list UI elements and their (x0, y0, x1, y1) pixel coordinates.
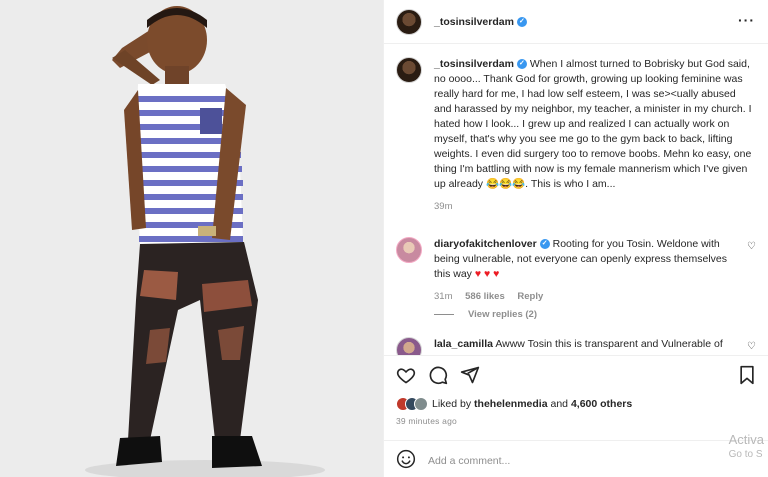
caption-author-avatar[interactable] (396, 57, 422, 83)
view-replies-label[interactable]: View replies (2) (468, 309, 537, 320)
more-options-icon[interactable]: ··· (738, 12, 755, 28)
watermark-line-1: Activa (728, 432, 764, 447)
post-header: _tosinsilverdam ✓ ··· (384, 0, 768, 44)
verified-badge-icon: ✓ (516, 59, 527, 70)
author-avatar[interactable] (396, 8, 422, 35)
comment-item: lala_camilla Awww Tosin this is transpar… (396, 337, 756, 355)
post-timestamp[interactable]: 39 minutes ago (396, 416, 457, 426)
caption-text: When I almost turned to Bobrisky but God… (434, 58, 752, 190)
share-paper-plane-icon[interactable] (460, 365, 480, 385)
emoji-smiley-icon[interactable] (396, 449, 416, 472)
comment-body: lala_camilla Awww Tosin this is transpar… (434, 337, 730, 355)
comment-username[interactable]: lala_camilla (434, 338, 493, 350)
add-comment-bar: Add a comment... (396, 449, 510, 472)
like-comment-heart-icon[interactable]: ♡ (747, 341, 756, 352)
author-username[interactable]: _tosinsilverdam ✓ (434, 16, 527, 28)
comment-bubble-icon[interactable] (428, 365, 448, 385)
liker-avatars[interactable] (396, 397, 428, 411)
comment-text: Awww Tosin this is transparent and Vulne… (495, 338, 723, 350)
comment-item: diaryofakitchenlover ✓ Rooting for you To… (396, 237, 756, 304)
verified-badge-icon: ✓ (516, 16, 527, 27)
comment-body: diaryofakitchenlover ✓ Rooting for you To… (434, 237, 730, 304)
watermark-line-2: Go to S (728, 449, 763, 460)
liked-by-user[interactable]: thehelenmedia (474, 398, 548, 410)
windows-activation-watermark: Activa Go to S (729, 432, 764, 460)
comment-likes[interactable]: 586 likes (465, 291, 505, 302)
author-username-text[interactable]: _tosinsilverdam (434, 16, 514, 28)
liked-by-others[interactable]: 4,600 others (571, 398, 632, 410)
replies-divider-line (434, 314, 454, 315)
caption-age[interactable]: 39m (434, 199, 756, 214)
like-heart-icon[interactable] (396, 365, 416, 385)
add-comment-divider (384, 440, 768, 441)
comment-meta: 31m 586 likes Reply (434, 289, 730, 304)
liked-by-and: and (550, 398, 569, 410)
instagram-post-modal: _tosinsilverdam ✓ ··· _tosinsilverdam ✓ Wh… (0, 0, 768, 477)
caption-username[interactable]: _tosinsilverdam (434, 58, 514, 70)
liker-avatar (414, 397, 428, 411)
caption-body: _tosinsilverdam ✓ When I almost turned to… (434, 57, 756, 214)
comments-scroll-area[interactable]: _tosinsilverdam ✓ When I almost turned to… (384, 45, 768, 355)
save-bookmark-icon[interactable] (738, 365, 756, 385)
reply-button[interactable]: Reply (517, 291, 543, 302)
post-details-panel: _tosinsilverdam ✓ ··· _tosinsilverdam ✓ Wh… (383, 0, 768, 477)
view-replies-button[interactable]: View replies (2) (434, 309, 537, 320)
comment-username[interactable]: diaryofakitchenlover (434, 238, 537, 250)
commenter-avatar[interactable] (396, 337, 422, 355)
post-photo[interactable] (0, 0, 383, 477)
likes-summary: Liked by thehelenmedia and 4,600 others (396, 397, 632, 411)
person-photo-illustration (0, 0, 383, 477)
comment-age[interactable]: 31m (434, 291, 452, 302)
commenter-avatar[interactable] (396, 237, 422, 263)
actions-divider (384, 355, 768, 356)
post-caption: _tosinsilverdam ✓ When I almost turned to… (396, 57, 756, 214)
red-hearts-emoji: ♥ ♥ ♥ (474, 268, 500, 280)
liked-by-prefix: Liked by (432, 398, 472, 410)
add-comment-input[interactable]: Add a comment... (428, 455, 510, 467)
like-comment-heart-icon[interactable]: ♡ (747, 241, 756, 252)
post-actions (396, 365, 480, 385)
verified-badge-icon: ✓ (539, 239, 550, 250)
